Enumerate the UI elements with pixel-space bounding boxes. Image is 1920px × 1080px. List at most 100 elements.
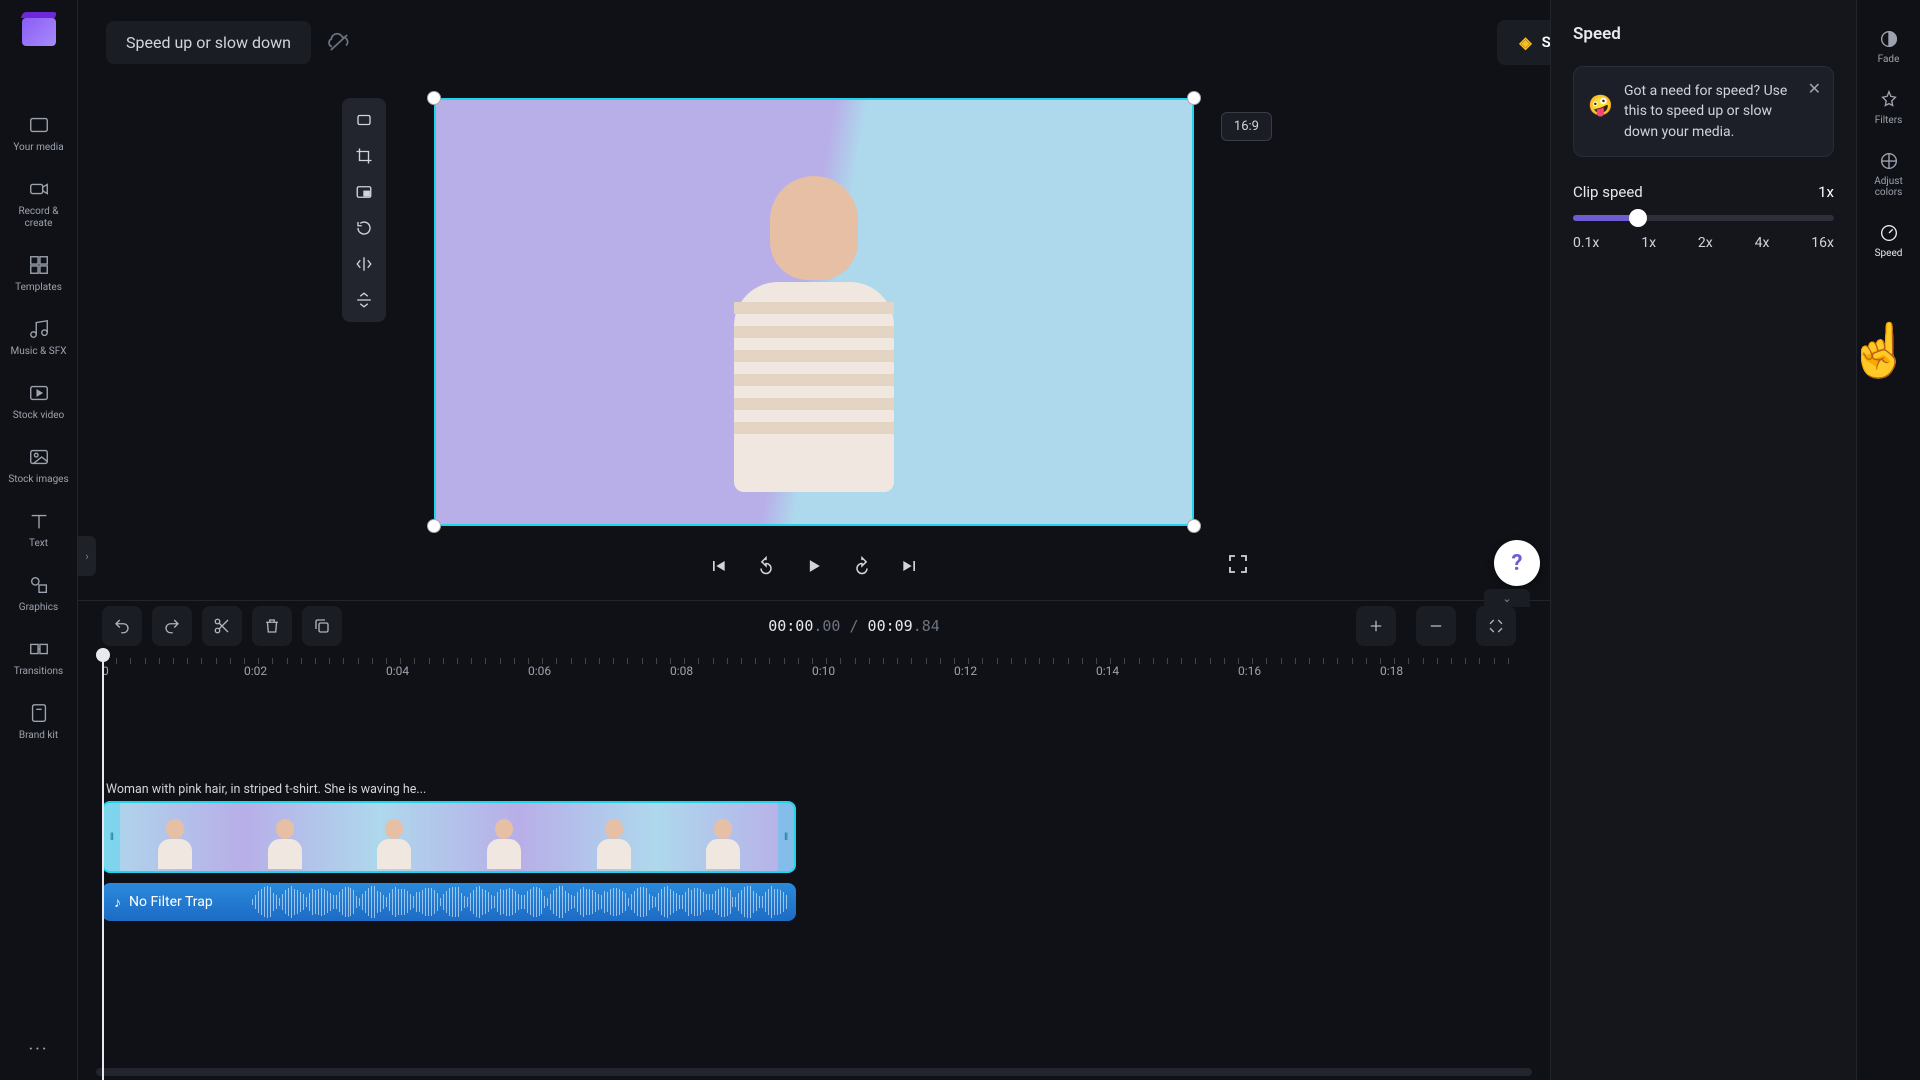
- ruler-mark: 0:08: [670, 664, 693, 678]
- preview-figure: [674, 164, 954, 524]
- close-tip-button[interactable]: ✕: [1808, 77, 1821, 100]
- time-total: 00:09: [868, 617, 913, 635]
- nav-transitions[interactable]: Transitions: [7, 626, 71, 690]
- fit-tool[interactable]: [348, 104, 380, 136]
- nav-record-create[interactable]: Record & create: [7, 166, 71, 242]
- clip-speed-value: 1x: [1818, 183, 1834, 201]
- aspect-ratio-badge[interactable]: 16:9: [1221, 112, 1272, 141]
- nav-more[interactable]: ···: [28, 1039, 48, 1060]
- diamond-icon: ◈: [1519, 33, 1531, 52]
- rail-speed[interactable]: Speed: [1861, 210, 1917, 271]
- left-sidebar: Your media Record & create Templates Mus…: [0, 0, 78, 1080]
- fade-icon: [1878, 28, 1900, 50]
- skip-start-button[interactable]: [704, 552, 732, 580]
- zoom-fit-button[interactable]: [1476, 606, 1516, 646]
- step-fwd-button[interactable]: [848, 552, 876, 580]
- rail-label: Fade: [1878, 54, 1900, 65]
- canvas-area: 16:9 ? ›: [78, 84, 1550, 594]
- rail-filters[interactable]: Filters: [1861, 77, 1917, 138]
- transitions-icon: [28, 638, 50, 660]
- preview-wrap: [434, 98, 1194, 526]
- nav-label: Stock video: [13, 410, 65, 422]
- resize-handle-tl[interactable]: [427, 91, 441, 105]
- audio-clip[interactable]: ♪ No Filter Trap: [102, 883, 796, 921]
- music-icon: [28, 318, 50, 340]
- help-button[interactable]: ?: [1494, 540, 1540, 586]
- playhead[interactable]: [102, 656, 104, 1080]
- speed-mark: 1x: [1641, 235, 1656, 251]
- media-icon: [28, 114, 50, 136]
- templates-icon: [28, 254, 50, 276]
- pip-tool[interactable]: [348, 176, 380, 208]
- ruler-mark: 0:14: [1096, 664, 1119, 678]
- nav-label: Templates: [15, 282, 62, 294]
- resize-handle-br[interactable]: [1187, 519, 1201, 533]
- rail-fade[interactable]: Fade: [1861, 16, 1917, 77]
- app-logo[interactable]: [22, 18, 56, 46]
- adjust-colors-icon: [1878, 150, 1900, 172]
- duplicate-button[interactable]: [302, 606, 342, 646]
- speed-slider[interactable]: [1573, 215, 1834, 221]
- ruler-mark: 0:18: [1380, 664, 1403, 678]
- flip-v-tool[interactable]: [348, 284, 380, 316]
- music-note-icon: ♪: [114, 894, 121, 911]
- nav-label: Brand kit: [19, 730, 58, 742]
- skip-end-button[interactable]: [896, 552, 924, 580]
- nav-stock-video[interactable]: Stock video: [7, 370, 71, 434]
- zoom-in-button[interactable]: [1356, 606, 1396, 646]
- timeline-scrollbar[interactable]: [96, 1068, 1532, 1076]
- fullscreen-button[interactable]: [1226, 552, 1250, 576]
- right-rail: Fade Filters Adjust colors Speed: [1856, 0, 1920, 1080]
- ruler-mark: 0:02: [244, 664, 267, 678]
- filters-icon: [1878, 89, 1900, 111]
- video-preview[interactable]: [434, 98, 1194, 526]
- nav-brand-kit[interactable]: Brand kit: [7, 690, 71, 754]
- nav-your-media[interactable]: Your media: [7, 102, 71, 166]
- crop-tool[interactable]: [348, 140, 380, 172]
- camera-icon: [28, 178, 50, 200]
- slider-thumb[interactable]: [1629, 209, 1647, 227]
- playback-controls: [704, 552, 924, 580]
- delete-button[interactable]: [252, 606, 292, 646]
- clip-handle-right[interactable]: ǁ: [778, 803, 794, 871]
- nav-music-sfx[interactable]: Music & SFX: [7, 306, 71, 370]
- video-clip[interactable]: ǁ ǁ: [102, 801, 796, 873]
- project-title[interactable]: Speed up or slow down: [106, 21, 311, 64]
- rotate-tool[interactable]: [348, 212, 380, 244]
- ruler-mark: 0:06: [528, 664, 551, 678]
- clip-label: Woman with pink hair, in striped t-shirt…: [102, 782, 1526, 797]
- text-icon: [28, 510, 50, 532]
- clip-handle-left[interactable]: ǁ: [104, 803, 120, 871]
- nav-templates[interactable]: Templates: [7, 242, 71, 306]
- nav-graphics[interactable]: Graphics: [7, 562, 71, 626]
- canvas-toolbar: [342, 98, 386, 322]
- speed-mark: 4x: [1755, 235, 1770, 251]
- undo-button[interactable]: [102, 606, 142, 646]
- step-back-button[interactable]: [752, 552, 780, 580]
- waveform: [252, 887, 786, 917]
- nav-label: Record & create: [7, 206, 71, 230]
- resize-handle-tr[interactable]: [1187, 91, 1201, 105]
- brandkit-icon: [28, 702, 50, 724]
- nav-label: Music & SFX: [11, 346, 67, 358]
- flip-h-tool[interactable]: [348, 248, 380, 280]
- nav-text[interactable]: Text: [7, 498, 71, 562]
- resize-handle-bl[interactable]: [427, 519, 441, 533]
- play-button[interactable]: [800, 552, 828, 580]
- ruler-mark: 0:16: [1238, 664, 1261, 678]
- rail-adjust-colors[interactable]: Adjust colors: [1861, 138, 1917, 210]
- zoom-out-button[interactable]: [1416, 606, 1456, 646]
- ruler-mark: 0:12: [954, 664, 977, 678]
- timeline-ruler[interactable]: 0 0:02 0:04 0:06 0:08 0:10 0:12 0:14 0:1…: [102, 658, 1526, 686]
- redo-button[interactable]: [152, 606, 192, 646]
- nav-label: Text: [29, 538, 48, 550]
- split-button[interactable]: [202, 606, 242, 646]
- timeline[interactable]: 0 0:02 0:04 0:06 0:08 0:10 0:12 0:14 0:1…: [78, 650, 1550, 1080]
- panel-title: Speed: [1573, 24, 1834, 44]
- nav-stock-images[interactable]: Stock images: [7, 434, 71, 498]
- racing-emoji-icon: 🤪: [1588, 91, 1613, 120]
- collapse-timeline-button[interactable]: ⌄: [1484, 589, 1530, 607]
- speed-mark: 0.1x: [1573, 235, 1599, 251]
- timecode: 00:00.00 / 00:09.84: [768, 617, 940, 635]
- cloud-sync-icon[interactable]: [325, 28, 353, 56]
